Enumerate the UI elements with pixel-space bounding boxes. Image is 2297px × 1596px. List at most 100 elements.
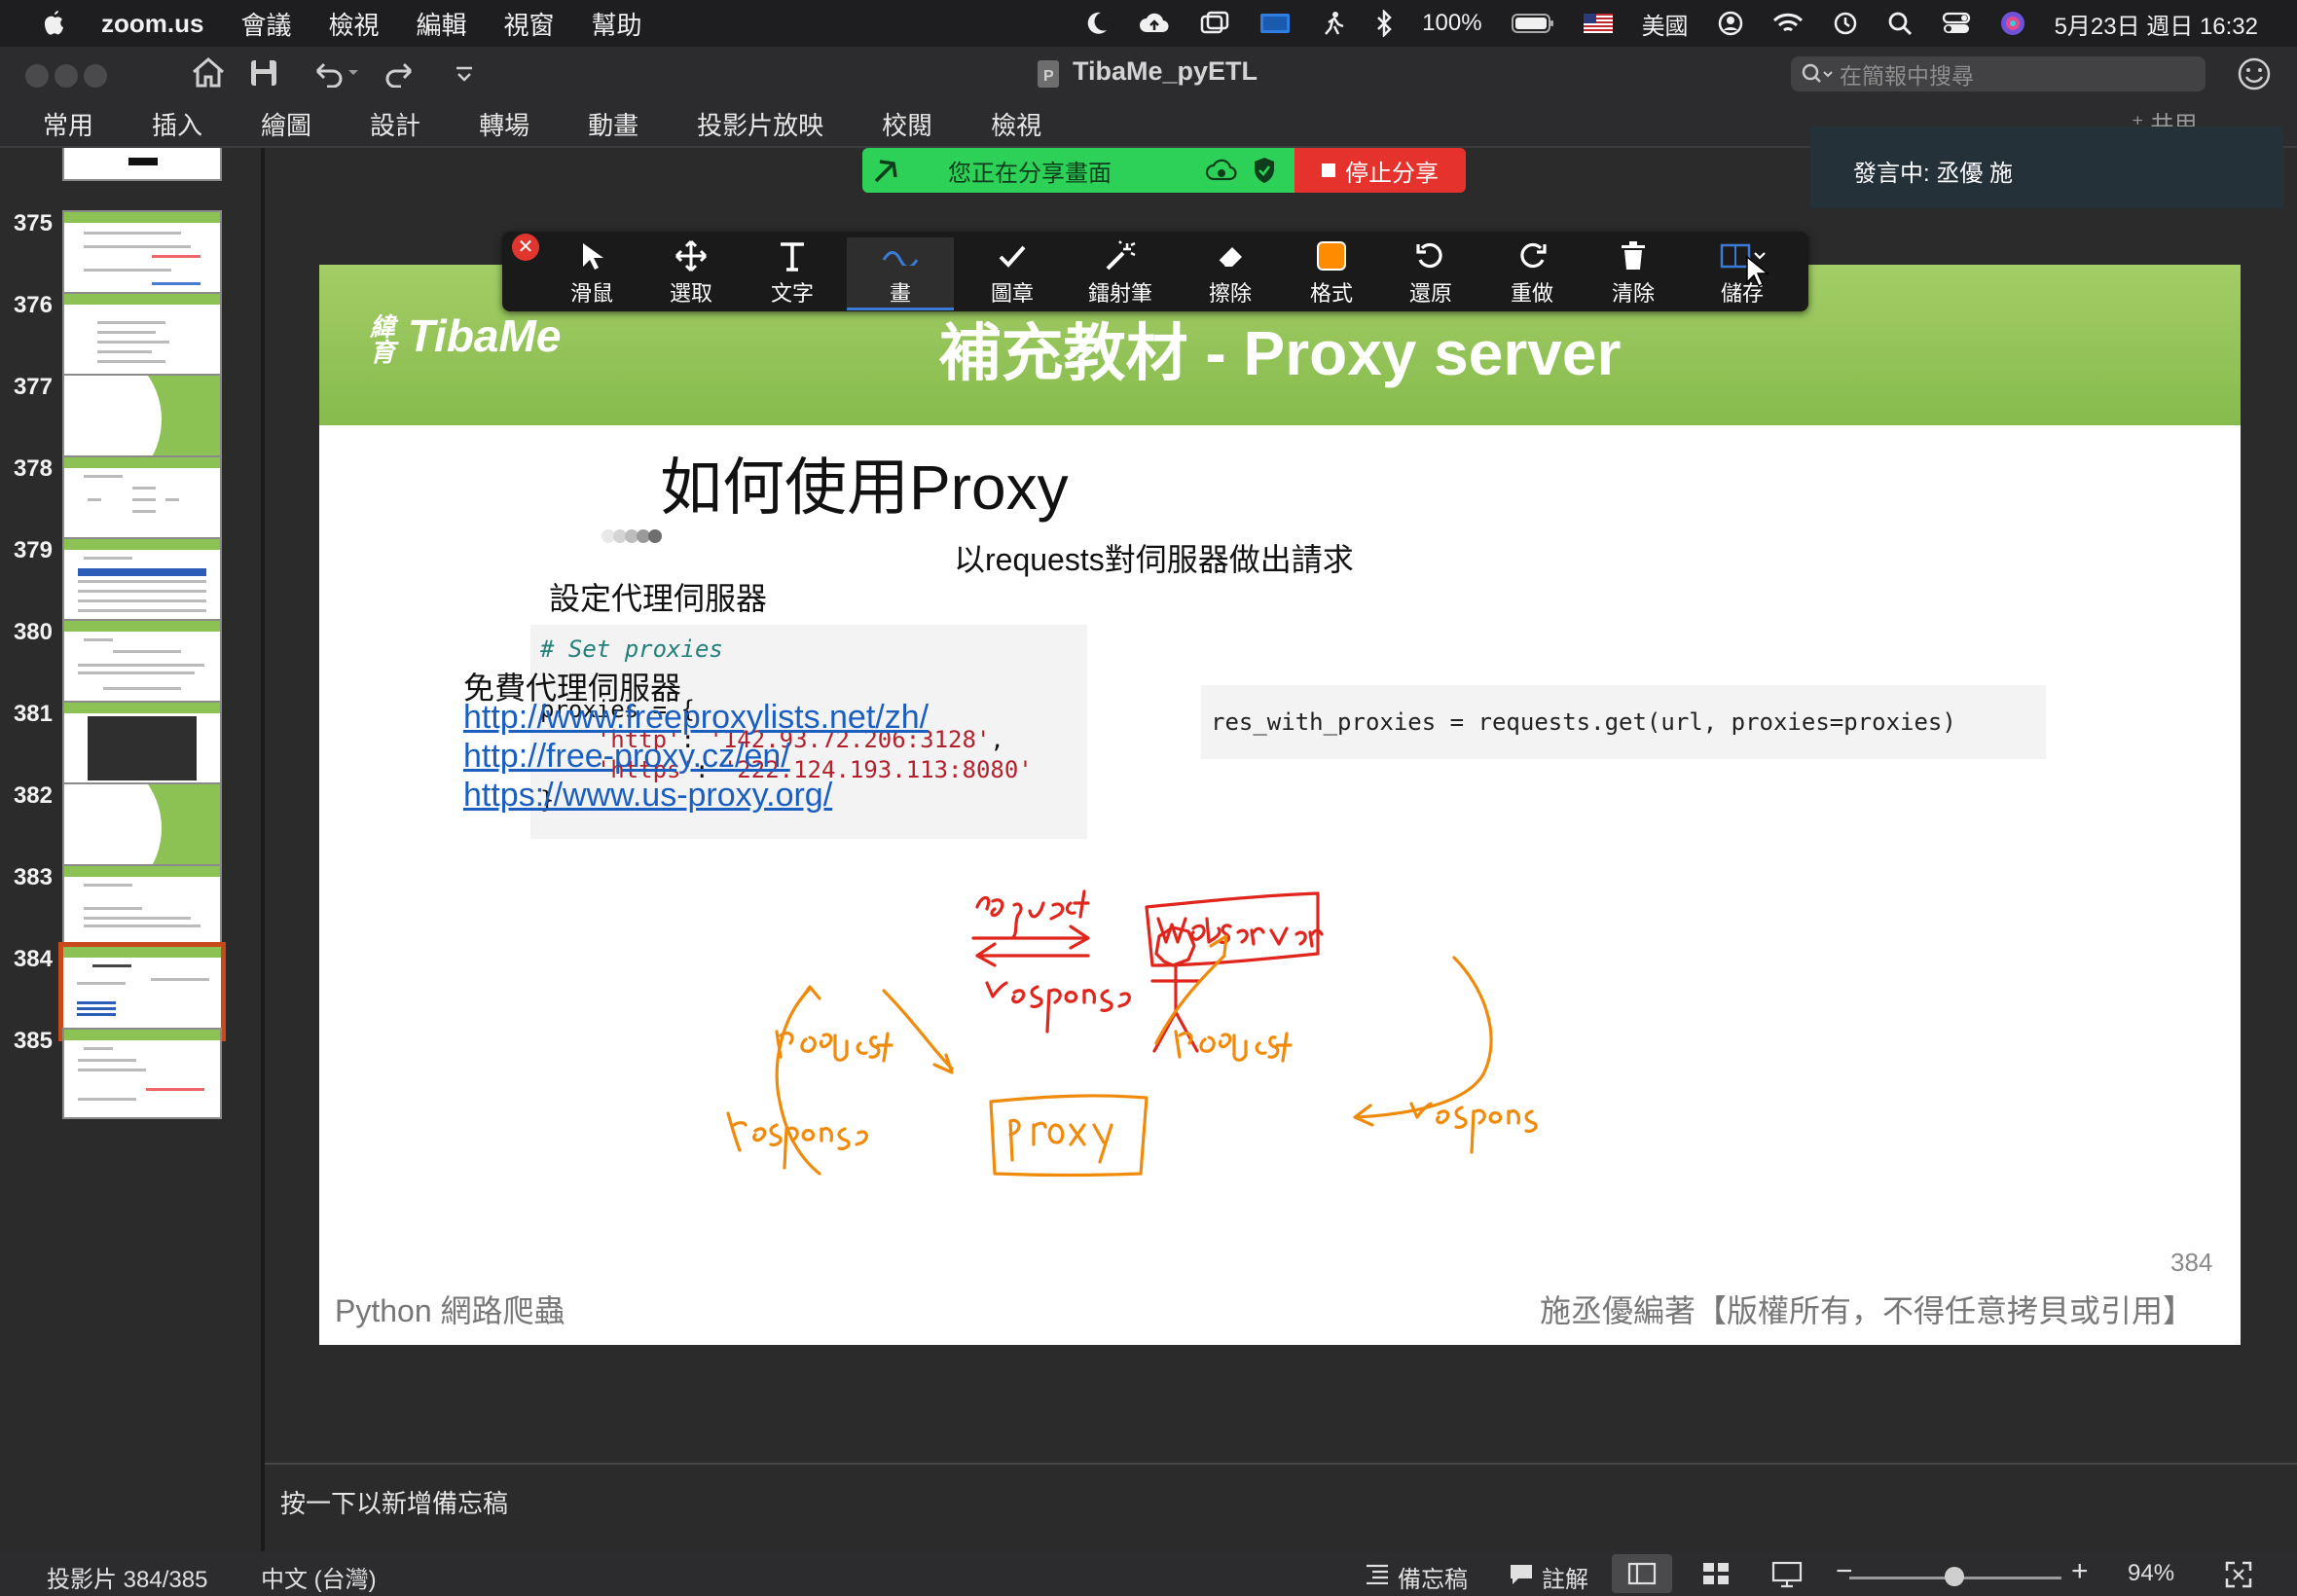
- menu-item-window[interactable]: 視窗: [504, 6, 555, 42]
- fit-to-window-icon[interactable]: [2225, 1561, 2252, 1588]
- window-close-button[interactable]: [25, 64, 49, 88]
- tool-text[interactable]: 文字: [749, 237, 835, 308]
- tool-redo[interactable]: 重做: [1489, 237, 1575, 308]
- arrow-to-proxy: [882, 989, 954, 1074]
- menu-item-help[interactable]: 幫助: [592, 6, 642, 42]
- moon-icon[interactable]: [1085, 11, 1109, 36]
- control-center-icon[interactable]: [1942, 11, 1971, 36]
- cloud-recording-icon: [1205, 159, 1237, 181]
- bluetooth-icon[interactable]: [1375, 10, 1393, 37]
- search-input[interactable]: 在簡報中搜尋: [1791, 56, 2206, 91]
- tool-label: 儲存: [1720, 281, 1764, 306]
- sharing-status[interactable]: 您正在分享畫面: [862, 148, 1294, 193]
- slide-thumbnail[interactable]: [62, 1028, 222, 1119]
- arc-response-right: [1353, 956, 1493, 1127]
- tool-format[interactable]: 格式: [1289, 237, 1374, 308]
- undo-icon[interactable]: [310, 58, 358, 88]
- tool-draw[interactable]: 畫: [847, 237, 954, 310]
- menu-app-name[interactable]: zoom.us: [101, 9, 203, 39]
- close-annotation-button[interactable]: ✕: [512, 234, 539, 261]
- thumbnail-row[interactable]: 385: [0, 1018, 261, 1141]
- menu-status-area: 100% 美國 5月23日 週日 16:32: [1085, 0, 2258, 47]
- tab-animations[interactable]: 動畫: [588, 106, 638, 142]
- menu-item-meeting[interactable]: 會議: [240, 6, 291, 42]
- eraser-icon: [1218, 247, 1242, 268]
- zoom-in-button[interactable]: +: [2071, 1555, 2089, 1588]
- menu-item-edit[interactable]: 編輯: [416, 6, 466, 42]
- slide-number: 378: [13, 455, 53, 482]
- stop-square-icon: [1322, 163, 1335, 177]
- zoom-percent[interactable]: 94%: [2128, 1560, 2174, 1587]
- siri-icon[interactable]: [2000, 11, 2025, 36]
- tool-stamp[interactable]: 圖章: [969, 237, 1055, 308]
- window-zoom-button[interactable]: [84, 64, 107, 88]
- normal-view-button[interactable]: [1612, 1554, 1672, 1593]
- tool-label: 清除: [1611, 281, 1655, 306]
- handwriting-response-orange-right: [1409, 1102, 1538, 1154]
- slide-number: 383: [13, 864, 53, 890]
- slide-thumbnail[interactable]: [62, 148, 222, 181]
- stop-share-label: 停止分享: [1345, 160, 1439, 187]
- apple-icon[interactable]: [41, 9, 66, 38]
- search-icon: [1802, 63, 1833, 83]
- thumbnail-graphic: [128, 158, 158, 165]
- customize-toolbar-icon[interactable]: [452, 64, 477, 84]
- tab-home[interactable]: 常用: [43, 106, 93, 142]
- menu-item-view[interactable]: 檢視: [328, 6, 379, 42]
- smiley-feedback-icon[interactable]: [2237, 56, 2272, 91]
- menu-clock[interactable]: 5月23日 週日 16:32: [2055, 7, 2258, 41]
- comments-toggle[interactable]: 註解: [1542, 1560, 1588, 1594]
- tool-spotlight[interactable]: 鐳射筆: [1067, 237, 1174, 308]
- normal-view-icon: [1627, 1562, 1657, 1585]
- cloud-upload-icon[interactable]: [1138, 11, 1171, 36]
- tab-transitions[interactable]: 轉場: [479, 106, 529, 142]
- spotlight-search-icon[interactable]: [1887, 11, 1913, 36]
- tab-insert[interactable]: 插入: [152, 106, 202, 142]
- slide-thumbnail-pane[interactable]: 375 376 377 補充教材: Linux curl 378 379 380: [0, 148, 261, 1551]
- tool-label: 文字: [770, 281, 814, 306]
- tool-save[interactable]: 儲存: [1692, 237, 1793, 308]
- save-icon[interactable]: [249, 58, 278, 88]
- presenter-view-icon[interactable]: [1771, 1561, 1803, 1588]
- window-minimize-button[interactable]: [55, 64, 78, 88]
- zoom-out-button[interactable]: −: [1836, 1555, 1853, 1588]
- handwriting-webserver: [1156, 917, 1324, 948]
- tab-review[interactable]: 校閱: [882, 106, 932, 142]
- notes-toggle[interactable]: 備忘稿: [1398, 1560, 1468, 1594]
- undo-arrow-icon: [1416, 242, 1442, 269]
- screen-share-icon[interactable]: [1258, 11, 1292, 36]
- person-run-icon[interactable]: [1321, 11, 1346, 36]
- tool-select[interactable]: 選取: [648, 237, 734, 308]
- slide-number: 375: [13, 210, 53, 236]
- time-machine-icon[interactable]: [1833, 11, 1858, 36]
- redo-icon[interactable]: [385, 58, 419, 88]
- tab-view[interactable]: 檢視: [991, 106, 1041, 142]
- stop-share-button[interactable]: 停止分享: [1294, 148, 1466, 193]
- arrowhead-left-up: [798, 985, 821, 1002]
- tab-design[interactable]: 設計: [370, 106, 420, 142]
- input-source-label[interactable]: 美國: [1642, 7, 1689, 41]
- slide-position: 投影片 384/385: [47, 1567, 208, 1593]
- wifi-icon[interactable]: [1772, 12, 1804, 35]
- notes-pane[interactable]: 按一下以新增備忘稿: [265, 1465, 2297, 1550]
- tool-clear[interactable]: 清除: [1590, 237, 1676, 308]
- zoom-slider-thumb[interactable]: [1945, 1567, 1964, 1586]
- powerpoint-file-icon: P: [1038, 60, 1059, 88]
- tab-draw[interactable]: 繪圖: [261, 106, 311, 142]
- pin-arrow-icon: [874, 160, 897, 183]
- squiggle-draw-icon: [882, 251, 919, 266]
- tab-slideshow[interactable]: 投影片放映: [697, 106, 823, 142]
- tool-mouse[interactable]: 滑鼠: [549, 237, 635, 308]
- language-indicator[interactable]: 中文 (台灣): [261, 1560, 377, 1594]
- tool-label: 還原: [1408, 281, 1452, 306]
- windows-icon[interactable]: [1200, 11, 1229, 36]
- user-circle-icon[interactable]: [1718, 11, 1743, 36]
- home-icon[interactable]: [191, 56, 226, 90]
- checkmark-stamp-icon: [999, 245, 1026, 268]
- tool-undo[interactable]: 還原: [1388, 237, 1474, 308]
- tool-eraser[interactable]: 擦除: [1187, 237, 1273, 308]
- slide-sorter-icon[interactable]: [1701, 1561, 1731, 1586]
- battery-icon[interactable]: [1511, 13, 1554, 34]
- slide-canvas[interactable]: 緯育 TibaMe 補充教材 - Proxy server 如何使用Proxy …: [319, 265, 2241, 1345]
- comment-icon: [1511, 1565, 1532, 1584]
